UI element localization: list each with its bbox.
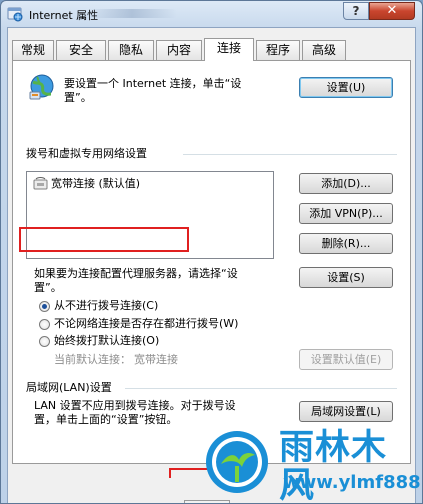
lan-text-line2: 置，单击上面的“设置”按钮。 bbox=[34, 413, 178, 426]
radio-never-dial[interactable] bbox=[39, 301, 50, 312]
radio-never-dial-label[interactable]: 从不进行拨号连接(C) bbox=[54, 299, 158, 313]
ylmf-logo-icon bbox=[206, 431, 268, 493]
radio-always-dial-label[interactable]: 始终拨打默认连接(O) bbox=[54, 334, 159, 348]
tab-general[interactable]: 常规 bbox=[12, 40, 54, 60]
list-item[interactable]: 宽带连接 (默认值) bbox=[33, 176, 253, 192]
tab-content[interactable]: 内容 bbox=[156, 40, 202, 60]
add-connection-button[interactable]: 添加(D)... bbox=[299, 173, 393, 194]
ok-button-partial[interactable] bbox=[184, 500, 230, 503]
tab-advanced[interactable]: 高级 bbox=[302, 40, 346, 60]
setup-text-line1: 要设置一个 Internet 连接，单击“设 bbox=[64, 77, 242, 90]
internet-properties-window: Internet 属性 ? ✕ 常规 安全 隐私 内容 连接 程序 高级 要设置… bbox=[0, 0, 423, 504]
current-default-label: 当前默认连接： bbox=[54, 353, 131, 366]
list-item-label: 宽带连接 (默认值) bbox=[51, 177, 141, 190]
tab-strip: 常规 安全 隐私 内容 连接 程序 高级 bbox=[12, 38, 412, 61]
lan-text-line1: LAN 设置不应用到拨号连接。对于拨号设 bbox=[34, 399, 236, 412]
tab-security[interactable]: 安全 bbox=[56, 40, 106, 60]
title-blurred-area bbox=[87, 9, 177, 18]
watermark-domain: www.ylmf888.com bbox=[283, 472, 422, 493]
radio-dial-when-no-network[interactable] bbox=[39, 319, 50, 330]
lan-group-divider bbox=[125, 388, 397, 389]
connections-panel: 要设置一个 Internet 连接，单击“设 置”。 设置(U) 拨号和虚拟专用… bbox=[12, 60, 411, 464]
internet-options-icon bbox=[7, 7, 23, 22]
proxy-settings-button[interactable]: 设置(S) bbox=[299, 267, 393, 288]
dialup-group-title: 拨号和虚拟专用网络设置 bbox=[26, 147, 147, 160]
lan-settings-button[interactable]: 局域网设置(L) bbox=[299, 401, 393, 422]
setup-text-line2: 置”。 bbox=[64, 91, 92, 104]
radio-dial-when-no-network-label[interactable]: 不论网络连接是否存在都进行拨号(W) bbox=[54, 317, 238, 331]
set-default-button[interactable]: 设置默认值(E) bbox=[299, 349, 393, 370]
proxy-text-line2: 置”。 bbox=[34, 281, 62, 294]
setup-button[interactable]: 设置(U) bbox=[299, 77, 393, 98]
lan-group-title: 局域网(LAN)设置 bbox=[26, 381, 112, 394]
red-highlight-box bbox=[19, 227, 189, 252]
tab-programs[interactable]: 程序 bbox=[256, 40, 300, 60]
tab-connections[interactable]: 连接 bbox=[204, 38, 254, 61]
tab-privacy[interactable]: 隐私 bbox=[108, 40, 154, 60]
globe-network-icon bbox=[29, 74, 54, 100]
title-bar[interactable]: Internet 属性 ? ✕ bbox=[1, 1, 422, 27]
dialup-group-divider bbox=[183, 154, 397, 155]
help-button[interactable]: ? bbox=[343, 2, 369, 20]
current-default-value: 宽带连接 bbox=[134, 353, 178, 366]
remove-connection-button[interactable]: 删除(R)... bbox=[299, 233, 393, 254]
radio-always-dial[interactable] bbox=[39, 336, 50, 347]
proxy-text-line1: 如果要为连接配置代理服务器，请选择“设 bbox=[34, 267, 238, 280]
close-button[interactable]: ✕ bbox=[369, 2, 415, 20]
add-vpn-button[interactable]: 添加 VPN(P)... bbox=[299, 203, 393, 224]
dialup-connection-icon bbox=[33, 177, 48, 190]
